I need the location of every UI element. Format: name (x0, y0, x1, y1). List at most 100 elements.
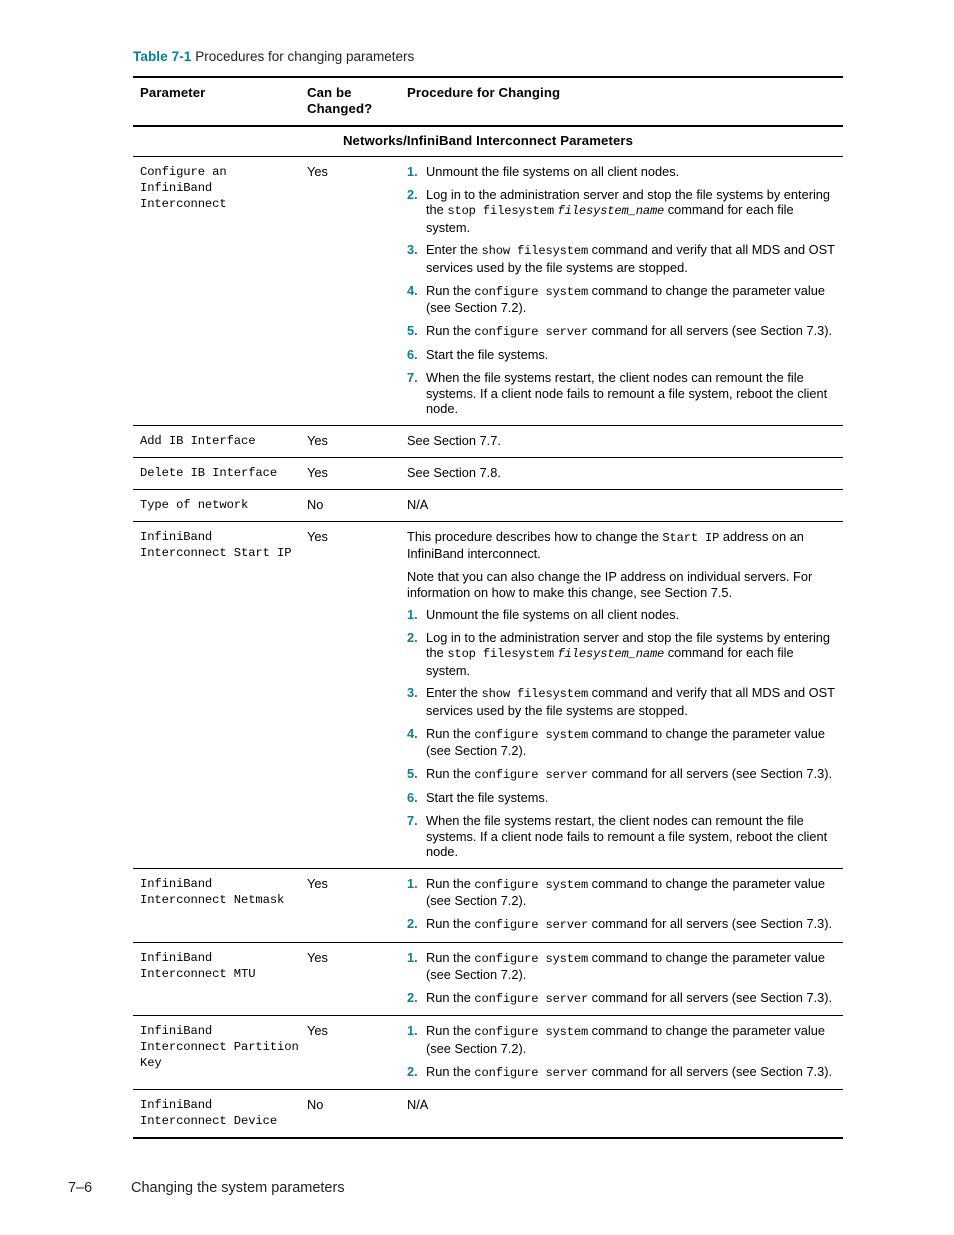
column-header-parameter: Parameter (133, 76, 307, 127)
procedure-step-list: 1. Unmount the file systems on all client… (407, 164, 839, 417)
step-text: Run the configure system command to chan… (426, 725, 826, 759)
step-text: Enter the show filesystem command and ve… (426, 242, 835, 275)
procedure-step: 7. When the file systems restart, the cli… (407, 370, 839, 417)
step-number: 3. (407, 242, 418, 258)
footer-page-number: 7–6 (68, 1180, 93, 1196)
step-number: 1. (407, 607, 418, 623)
step-number: 3. (407, 685, 418, 701)
step-number: 2. (407, 186, 418, 202)
parameters-table-wrapper: Parameter Can be Changed? Procedure for Cha… (133, 76, 843, 1140)
cell-parameter-name: InfiniBand Interconnect Device (133, 1089, 307, 1140)
procedure-step: 4. Run the configure system command to ch… (407, 726, 839, 759)
procedure-step: 2. Log in to the administration server an… (407, 187, 839, 236)
cell-can-be-changed: Yes (307, 457, 407, 490)
step-number: 2. (407, 916, 418, 931)
cell-can-be-changed: No (307, 489, 407, 522)
column-header-procedure: Procedure for Changing (407, 76, 843, 127)
table-row: Add IB Interface Yes See Section 7.7. (133, 425, 843, 458)
table-caption-label: Table 7-1 (133, 49, 192, 64)
cell-parameter-name: InfiniBand Interconnect Netmask (133, 868, 307, 943)
step-number: 1. (407, 875, 418, 891)
cell-parameter-name: InfiniBand Interconnect MTU (133, 942, 307, 1017)
procedure-paragraph: See Section 7.7. (407, 432, 501, 448)
step-number: 1. (407, 949, 418, 965)
step-number: 2. (407, 1063, 418, 1079)
procedure-paragraph: See Section 7.8. (407, 464, 501, 480)
procedure-step-list: 1. Run the configure system command to ch… (407, 950, 839, 1008)
column-header-can-be-changed: Can be Changed? (307, 76, 407, 127)
step-text: Log in to the administration server and … (426, 629, 831, 678)
procedure-step: 2. Log in to the administration server an… (407, 630, 839, 679)
step-text: Run the configure server command for all… (426, 322, 833, 339)
cell-procedure: See Section 7.7. (407, 425, 843, 458)
step-text: Unmount the file systems on all client n… (426, 164, 680, 179)
table-row: InfiniBand Interconnect MTU Yes 1. Run the … (133, 942, 843, 1017)
procedure-step: 5. Run the configure server command for a… (407, 766, 839, 784)
cell-procedure: 1. Run the configure system command to ch… (407, 1015, 843, 1091)
procedure-step: 7. When the file systems restart, the cli… (407, 813, 839, 860)
step-text: Enter the show filesystem command and ve… (426, 685, 835, 719)
procedure-paragraph: Note that you can also change the IP add… (407, 568, 813, 600)
cell-procedure: N/A (407, 1089, 843, 1140)
step-text: Run the configure server command for all… (426, 989, 833, 1006)
cell-can-be-changed: Yes (307, 425, 407, 458)
step-number: 7. (407, 813, 418, 829)
step-text: Start the file systems. (426, 790, 549, 806)
cell-parameter-name: Configure an InfiniBand Interconnect (133, 156, 307, 426)
step-number: 6. (407, 790, 418, 806)
step-text: Unmount the file systems on all client n… (426, 607, 680, 623)
cell-parameter-name: Type of network (133, 489, 307, 522)
table-row: InfiniBand Interconnect Device No N/A (133, 1089, 843, 1140)
procedure-step: 5. Run the configure server command for a… (407, 323, 839, 341)
procedure-paragraph: N/A (407, 1097, 429, 1113)
table-section-header: Networks/InfiniBand Interconnect Paramet… (133, 126, 843, 157)
cell-procedure: 1. Run the configure system command to ch… (407, 868, 843, 943)
step-text: Run the configure server command for all… (426, 916, 833, 932)
document-page: Table 7-1 Procedures for changing parame… (0, 0, 954, 1235)
cell-parameter-name: Add IB Interface (133, 425, 307, 458)
procedure-paragraph: This procedure describes how to change t… (407, 528, 804, 562)
footer-chapter-title: Changing the system parameters (131, 1180, 345, 1196)
cell-procedure: 1. Unmount the file systems on all client… (407, 156, 843, 426)
table-row: InfiniBand Interconnect Partition Key Yes… (133, 1015, 843, 1091)
step-text: When the file systems restart, the clien… (426, 369, 828, 417)
cell-procedure: 1. Run the configure system command to ch… (407, 942, 843, 1017)
step-text: Run the configure system command to chan… (426, 875, 826, 909)
procedure-step: 2. Run the configure server command for a… (407, 916, 839, 934)
table-row: Type of network No N/A (133, 489, 843, 522)
procedure-step: 3. Enter the show filesystem command and … (407, 685, 839, 718)
table-header-row: Parameter Can be Changed? Procedure for Cha… (133, 76, 843, 127)
parameters-table: Parameter Can be Changed? Procedure for Cha… (133, 76, 843, 1140)
cell-procedure: This procedure describes how to change t… (407, 521, 843, 869)
step-number: 5. (407, 765, 418, 781)
step-number: 2. (407, 629, 418, 645)
cell-can-be-changed: Yes (307, 942, 407, 1017)
step-text: Run the configure system command to chan… (426, 282, 826, 316)
cell-can-be-changed: Yes (307, 1015, 407, 1091)
table-row: Delete IB Interface Yes See Section 7.8. (133, 457, 843, 490)
cell-procedure: See Section 7.8. (407, 457, 843, 490)
procedure-step: 2. Run the configure server command for a… (407, 990, 839, 1008)
procedure-step: 6. Start the file systems. (407, 347, 839, 363)
procedure-step: 3. Enter the show filesystem command and … (407, 242, 839, 275)
step-number: 1. (407, 164, 418, 179)
procedure-step-list: 1. Run the configure system command to ch… (407, 1023, 839, 1081)
procedure-step: 1. Run the configure system command to ch… (407, 876, 839, 909)
table-row: InfiniBand Interconnect Netmask Yes 1. Run … (133, 868, 843, 943)
cell-can-be-changed: Yes (307, 521, 407, 869)
cell-can-be-changed: Yes (307, 868, 407, 943)
step-text: When the file systems restart, the clien… (426, 813, 828, 860)
procedure-step: 1. Unmount the file systems on all client… (407, 607, 839, 623)
step-number: 7. (407, 369, 418, 385)
step-text: Run the configure server command for all… (426, 1063, 833, 1080)
procedure-paragraph: N/A (407, 496, 429, 512)
table-row: Configure an InfiniBand Interconnect Yes 1… (133, 156, 843, 426)
cell-parameter-name: Delete IB Interface (133, 457, 307, 490)
step-text: Run the configure server command for all… (426, 765, 833, 782)
table-section-header-row: Networks/InfiniBand Interconnect Paramet… (133, 126, 843, 157)
table-row: InfiniBand Interconnect Start IP Yes This … (133, 521, 843, 869)
procedure-step-list: 1. Unmount the file systems on all client… (407, 607, 839, 860)
step-number: 4. (407, 282, 418, 298)
step-number: 6. (407, 347, 418, 363)
cell-can-be-changed: No (307, 1089, 407, 1140)
